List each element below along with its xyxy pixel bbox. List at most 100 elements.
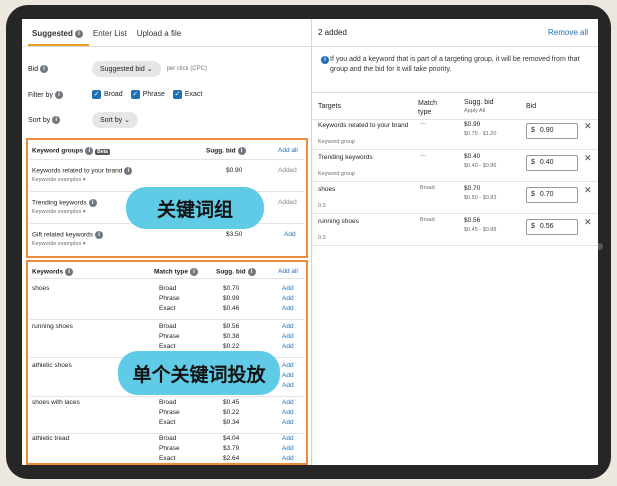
info-notice: i If you add a keyword that is part of a… (312, 47, 598, 93)
info-icon: i (54, 90, 63, 99)
info-icon: i (40, 65, 49, 73)
filter-exact-checkbox[interactable]: ✓ Exact (172, 90, 202, 99)
currency-symbol: $ (531, 191, 535, 198)
caret-down-icon: ▾ (82, 177, 86, 183)
keyword-add-button[interactable]: Add (282, 285, 294, 292)
bid-label-text: Bid (28, 65, 39, 73)
tablet-frame: Suggested i Enter List Upload a file Bid i… (6, 5, 611, 479)
sort-label-text: Sort by (28, 116, 51, 124)
divider (312, 149, 598, 150)
groups-add-all-link[interactable]: Add all (278, 147, 298, 154)
target-suggested-bid: $0.90 (464, 121, 481, 128)
group-examples-toggle[interactable]: Keywords examples ▾ (32, 209, 86, 215)
keyword-add-button[interactable]: Add (282, 445, 294, 452)
match-type-header: Match type (418, 100, 438, 116)
keyword-add-button[interactable]: Add (282, 295, 294, 302)
group-added-status: Added (278, 199, 297, 206)
currency-symbol: $ (531, 127, 535, 134)
suggested-bid: $0.56 (223, 323, 240, 330)
keywords-add-all-link[interactable]: Add all (278, 268, 298, 275)
suggested-bid: $0.46 (223, 305, 240, 312)
target-name: Keywords related to your brand (318, 122, 409, 129)
keyword-add-button[interactable]: Add (282, 419, 294, 426)
info-icon: i (237, 147, 246, 155)
keyword-add-button[interactable]: Add (282, 343, 294, 350)
suggested-bid: $0.45 (223, 399, 240, 406)
notice-text: If you add a keyword that is part of a t… (330, 56, 580, 73)
keyword-add-button[interactable]: Add (282, 372, 294, 379)
caret-down-icon: ▾ (82, 209, 86, 215)
keyword-add-button[interactable]: Add (282, 399, 294, 406)
tab-enter-list[interactable]: Enter List (89, 29, 133, 46)
target-suggested-bid: $0.40 (464, 153, 481, 160)
target-match-type: Broad (420, 217, 435, 223)
remove-target-icon[interactable]: ✕ (584, 185, 592, 196)
keyword-groups-callout: 关键词组 (126, 187, 264, 229)
keyword-add-button[interactable]: Add (282, 435, 294, 442)
group-add-button[interactable]: Add (284, 231, 296, 238)
keyword-add-button[interactable]: Add (282, 333, 294, 340)
keyword-add-button[interactable]: Add (282, 382, 294, 389)
target-subtext: Keyword group (318, 171, 355, 177)
chevron-down-icon: ⌄ (146, 66, 153, 73)
match-type: Exact (159, 305, 176, 312)
keyword-groups-header-text: Keyword groups (32, 147, 84, 155)
bid-input[interactable]: $0.90 (526, 123, 578, 139)
group-bid: $3.50 (226, 231, 243, 238)
info-icon: i (189, 268, 198, 276)
sugg-bid-header: Sugg. bid i (206, 147, 246, 155)
sort-select[interactable]: Sort by ⌄ (92, 112, 139, 128)
divider (312, 181, 598, 182)
filter-broad-checkbox[interactable]: ✓ Broad (92, 90, 123, 99)
target-match-type: Broad (420, 185, 435, 191)
bid-input[interactable]: $0.70 (526, 187, 578, 203)
bid-input[interactable]: $0.56 (526, 219, 578, 235)
chevron-down-icon: ⌄ (124, 117, 131, 124)
bid-input[interactable]: $0.40 (526, 155, 578, 171)
info-icon: i (247, 268, 256, 276)
suggested-bid: $3.79 (223, 445, 240, 452)
divider (30, 159, 304, 160)
bid-input-value: 0.90 (539, 127, 554, 134)
divider (312, 119, 598, 120)
match-type: Phrase (159, 445, 180, 452)
group-examples-toggle[interactable]: Keywords examples ▾ (32, 241, 86, 247)
added-header: 2 added Remove all (312, 19, 598, 47)
target-name: shoes (318, 186, 336, 193)
filter-phrase-checkbox[interactable]: ✓ Phrase (130, 90, 165, 99)
keyword-name: shoes with laces (32, 399, 80, 406)
target-bid-range: $0.50 - $0.83 (464, 195, 497, 201)
filter-row: Filter by i ✓ Broad ✓ Phrase ✓ Exact (28, 90, 210, 99)
group-examples-text: Keywords examples (32, 177, 82, 183)
bid-note: per click (CPC) (166, 66, 207, 72)
match-type: Phrase (159, 409, 180, 416)
remove-target-icon[interactable]: ✕ (584, 217, 592, 228)
keyword-add-button[interactable]: Add (282, 455, 294, 462)
remove-target-icon[interactable]: ✕ (584, 121, 592, 132)
divider (312, 245, 598, 246)
sugg-bid-header: Sugg. bid i (216, 268, 256, 276)
target-name: Trending keywords (318, 154, 373, 161)
remove-all-link[interactable]: Remove all (548, 28, 588, 37)
keyword-add-button[interactable]: Add (282, 362, 294, 369)
tab-upload-file[interactable]: Upload a file (133, 29, 187, 46)
bid-header: Bid (526, 103, 537, 110)
match-type: Exact (159, 343, 176, 350)
sugg-bid-header: Sugg. bid (464, 99, 494, 106)
keyword-add-button[interactable]: Add (282, 305, 294, 312)
remove-target-icon[interactable]: ✕ (584, 153, 592, 164)
target-bid-range: $0.75 - $1.20 (464, 131, 497, 137)
group-examples-toggle[interactable]: Keywords examples ▾ (32, 177, 86, 183)
keyword-groups-header: Keyword groups i Beta (32, 147, 110, 155)
check-icon: ✓ (130, 90, 140, 99)
keyword-name: athletic tread (32, 435, 70, 442)
match-type: Exact (159, 419, 176, 426)
keyword-add-button[interactable]: Add (282, 323, 294, 330)
group-name: Keywords related to your brand i (32, 167, 133, 175)
group-bid: $0.90 (226, 167, 243, 174)
keyword-add-button[interactable]: Add (282, 409, 294, 416)
tab-suggested[interactable]: Suggested i (28, 29, 89, 46)
bid-select[interactable]: Suggested bid ⌄ (92, 61, 161, 77)
group-name: Trending keywords i (32, 199, 97, 207)
apply-all-link[interactable]: Apply All (464, 108, 485, 114)
